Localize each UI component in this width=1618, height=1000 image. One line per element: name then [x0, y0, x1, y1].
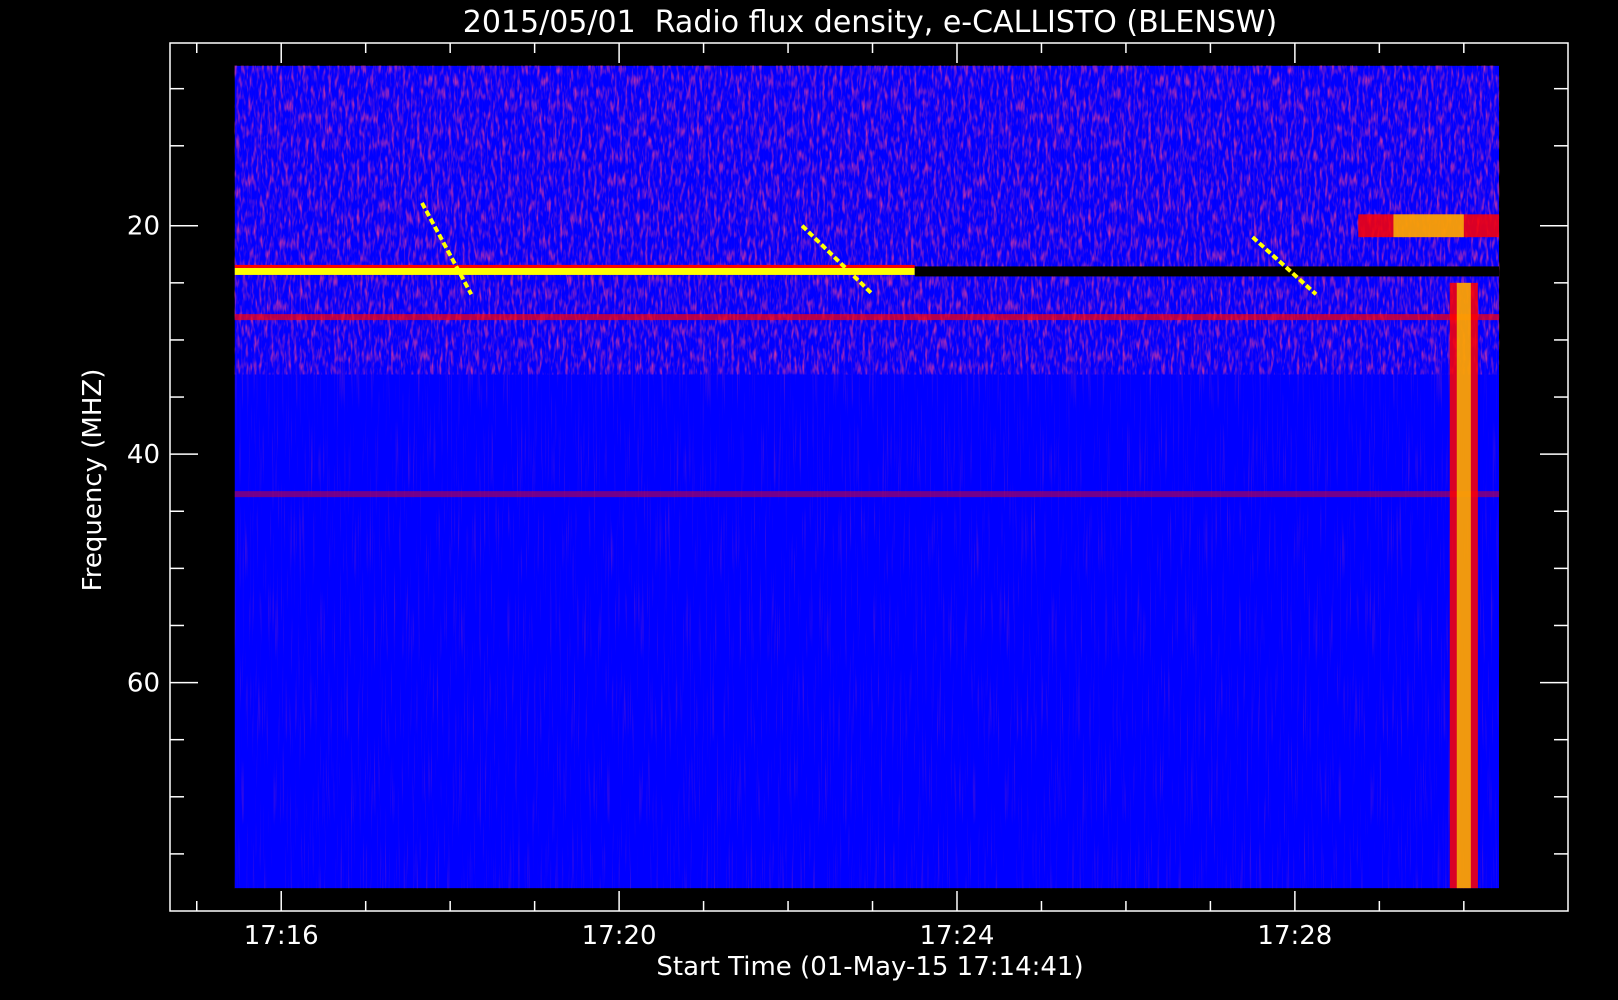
heatmap-active-band — [234, 65, 1500, 375]
y-tick-label: 20 — [127, 212, 160, 242]
feature-broadband-emission-core — [1456, 282, 1471, 889]
y-tick-label: 60 — [127, 669, 160, 699]
spectrogram-chart: 2015/05/01 Radio flux density, e-CALLIST… — [78, 5, 1569, 982]
feature-data-gap — [914, 266, 1500, 277]
x-tick-label: 17:24 — [920, 921, 995, 951]
feature-continuous-emission-band-edge — [234, 264, 915, 268]
x-tick-label: 17:16 — [244, 921, 319, 951]
feature-narrowband-emission-core — [1393, 214, 1464, 238]
y-axis-label: Frequency (MHZ) — [78, 369, 108, 592]
feature-interference-band — [234, 314, 1500, 321]
x-tick-label: 17:28 — [1257, 921, 1332, 951]
x-tick-label: 17:20 — [582, 921, 657, 951]
y-tick-label: 40 — [127, 440, 160, 470]
spectrogram-heatmap — [234, 65, 1500, 889]
feature-interference-band — [234, 491, 1500, 498]
feature-continuous-emission-band — [234, 267, 915, 275]
x-axis-label: Start Time (01-May-15 17:14:41) — [656, 952, 1083, 982]
chart-title: 2015/05/01 Radio flux density, e-CALLIST… — [463, 5, 1277, 40]
